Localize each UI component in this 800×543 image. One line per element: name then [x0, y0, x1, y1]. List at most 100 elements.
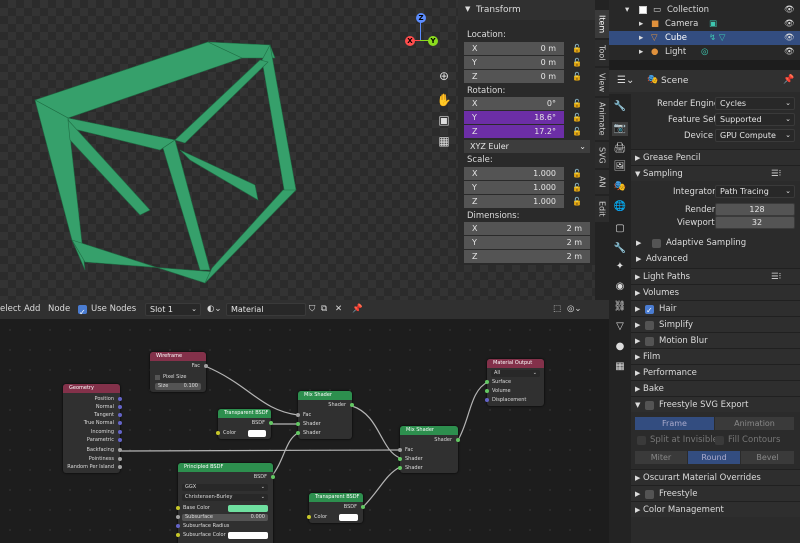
adaptive-sampling-row[interactable]: ▶ Adaptive Sampling	[631, 235, 800, 251]
expand-icon[interactable]: ▾	[625, 3, 629, 17]
performance-panel[interactable]: ▶ Performance	[631, 364, 800, 380]
material-tab-icon[interactable]: ●	[612, 340, 628, 354]
navigation-gizmo[interactable]: Z X Y	[398, 10, 448, 55]
eye-icon[interactable]: 👁	[784, 3, 795, 17]
editor-type-icon[interactable]: ☰⌄	[617, 75, 634, 86]
add-menu[interactable]: Add	[24, 300, 40, 319]
rotation-z-field[interactable]: Z 17.2°	[464, 125, 564, 138]
lock-icon[interactable]: 🔓	[572, 113, 582, 122]
expand-icon[interactable]: ▸	[639, 45, 643, 59]
data-tab-icon[interactable]: ▽	[612, 320, 628, 334]
oscurart-panel[interactable]: ▶ Oscurart Material Overrides	[631, 469, 800, 485]
bevel-button[interactable]: Bevel	[741, 451, 794, 464]
mix-shader-node[interactable]: Mix Shader Shader Fac Shader Shader	[398, 426, 460, 473]
lock-icon[interactable]: 🔓	[572, 44, 582, 53]
location-z-field[interactable]: Z0 m	[464, 70, 564, 83]
lock-icon[interactable]: 🔓	[572, 72, 582, 81]
lock-icon[interactable]: 🔓	[572, 183, 582, 192]
eye-icon[interactable]: 👁	[784, 45, 795, 59]
subsurface-method-dropdown[interactable]: Christensen-Burley ⌄	[182, 494, 268, 501]
integrator-dropdown[interactable]: Path Tracing ⌄	[715, 185, 795, 198]
tab-an[interactable]: AN	[595, 170, 609, 194]
outliner-item-camera[interactable]: ▸ ■ Camera ▣ 👁	[609, 17, 800, 31]
location-x-field[interactable]: X0 m	[464, 42, 564, 55]
fill-contours-checkbox[interactable]	[715, 436, 724, 445]
lock-icon[interactable]: 🔓	[572, 169, 582, 178]
freestyle-checkbox[interactable]	[645, 490, 654, 499]
freestyle-svg-panel[interactable]: ▼ Freestyle SVG Export	[631, 396, 800, 412]
color-swatch[interactable]	[248, 430, 266, 437]
rotation-y-field[interactable]: Y 18.6°	[464, 111, 564, 124]
lock-icon[interactable]: 🔓	[572, 197, 582, 206]
miter-button[interactable]: Miter	[635, 451, 687, 464]
pin-icon[interactable]: 📌	[352, 300, 363, 319]
geometry-node[interactable]: Geometry Position Normal Tangent True No…	[63, 384, 122, 473]
slot-dropdown[interactable]: Slot 1 ⌄	[145, 303, 201, 316]
simplify-panel[interactable]: ▶ Simplify	[631, 316, 800, 332]
film-panel[interactable]: ▶ Film	[631, 348, 800, 364]
material-name-field[interactable]: Material	[226, 303, 306, 316]
subsurface-color-swatch[interactable]	[228, 532, 268, 539]
scale-x-field[interactable]: X 1.000	[464, 167, 564, 180]
zoom-icon[interactable]: ⊕	[436, 68, 452, 84]
round-button[interactable]: Round	[688, 451, 740, 464]
volumes-panel[interactable]: ▶ Volumes	[631, 284, 800, 300]
target-dropdown[interactable]: All ⌄	[491, 370, 540, 377]
hair-panel[interactable]: ▶Hair	[631, 300, 800, 319]
mix-shader-node[interactable]: Mix Shader Shader Fac Shader Shader	[296, 391, 354, 439]
light-paths-panel[interactable]: ▶ Light Paths ☰⁝	[631, 268, 800, 284]
transparent-bsdf-node[interactable]: Transparent BSDF BSDF Color	[216, 409, 273, 439]
lock-icon[interactable]: 🔓	[572, 58, 582, 67]
texture-tab-icon[interactable]: ▦	[612, 360, 628, 374]
tab-view[interactable]: View	[595, 68, 609, 96]
scale-y-field[interactable]: Y 1.000	[464, 181, 564, 194]
tab-animate[interactable]: Animate	[595, 98, 609, 140]
tab-svg[interactable]: SVG	[595, 142, 609, 168]
outliner-item-light[interactable]: ▸ ● Light ◎ 👁	[609, 45, 800, 59]
bake-panel[interactable]: ▶ Bake	[631, 380, 800, 396]
scale-z-field[interactable]: Z 1.000	[464, 195, 564, 208]
rotation-x-field[interactable]: X 0°	[464, 97, 564, 110]
wireframe-node[interactable]: Wireframe Fac Pixel Size Size 0.100	[150, 352, 208, 392]
eye-icon[interactable]: 👁	[784, 17, 795, 31]
freestyle-panel[interactable]: ▶ Freestyle	[631, 485, 800, 501]
motion-blur-checkbox[interactable]	[645, 337, 654, 346]
render-tab-icon[interactable]: 📷	[612, 122, 628, 136]
transform-header[interactable]: ▼ Transform	[458, 0, 595, 20]
use-nodes-checkbox[interactable]	[78, 303, 87, 322]
principled-bsdf-node[interactable]: Principled BSDF BSDF GGX ⌄ Christensen-Bu…	[176, 463, 275, 543]
outliner-item-cube[interactable]: ▸ ▽ Cube ↯ ▽ 👁	[609, 31, 800, 45]
pixel-size-checkbox[interactable]	[155, 375, 160, 380]
snap-icon[interactable]: ◎⌄	[567, 300, 582, 319]
eye-icon[interactable]: 👁	[784, 31, 795, 45]
particles-tab-icon[interactable]: ✦	[612, 260, 628, 274]
transparent-bsdf-node[interactable]: Transparent BSDF BSDF Color	[307, 493, 365, 523]
simplify-checkbox[interactable]	[645, 321, 654, 330]
expand-icon[interactable]: ▸	[639, 17, 643, 31]
size-field[interactable]: Size 0.100	[155, 383, 201, 390]
lock-icon[interactable]: 🔓	[572, 99, 582, 108]
color-swatch[interactable]	[339, 514, 358, 521]
material-sphere-icon[interactable]: ◐⌄	[207, 300, 222, 319]
outliner-item-collection[interactable]: ▾ ▭ Collection 👁	[609, 3, 800, 17]
feature-set-dropdown[interactable]: Supported ⌄	[715, 113, 795, 126]
split-invisible-checkbox[interactable]	[637, 436, 646, 445]
advanced-row[interactable]: ▶ Advanced	[631, 251, 800, 267]
pin-icon[interactable]: 📌	[783, 75, 794, 85]
hair-checkbox[interactable]	[645, 303, 654, 319]
modifier-tab-icon[interactable]: 🔧	[612, 242, 628, 256]
motion-blur-panel[interactable]: ▶ Motion Blur	[631, 332, 800, 348]
node-editor[interactable]: Wireframe Fac Pixel Size Size 0.100 Geome…	[0, 300, 609, 543]
grid-icon[interactable]: ▦	[436, 133, 452, 149]
animation-button[interactable]: Animation	[715, 417, 794, 430]
dimensions-y-field[interactable]: Y2 m	[464, 236, 590, 249]
output-tab-icon[interactable]: 🖨	[612, 142, 628, 156]
lock-icon[interactable]: 🔓	[572, 127, 582, 136]
gizmo-y-icon[interactable]: Y	[428, 36, 438, 46]
grease-pencil-panel[interactable]: ▶ Grease Pencil	[631, 149, 800, 165]
adaptive-sampling-checkbox[interactable]	[652, 239, 661, 248]
device-dropdown[interactable]: GPU Compute ⌄	[715, 129, 795, 142]
select-menu[interactable]: elect	[0, 300, 21, 319]
world-tab-icon[interactable]: 🌐	[612, 200, 628, 214]
node-menu[interactable]: Node	[48, 300, 70, 319]
